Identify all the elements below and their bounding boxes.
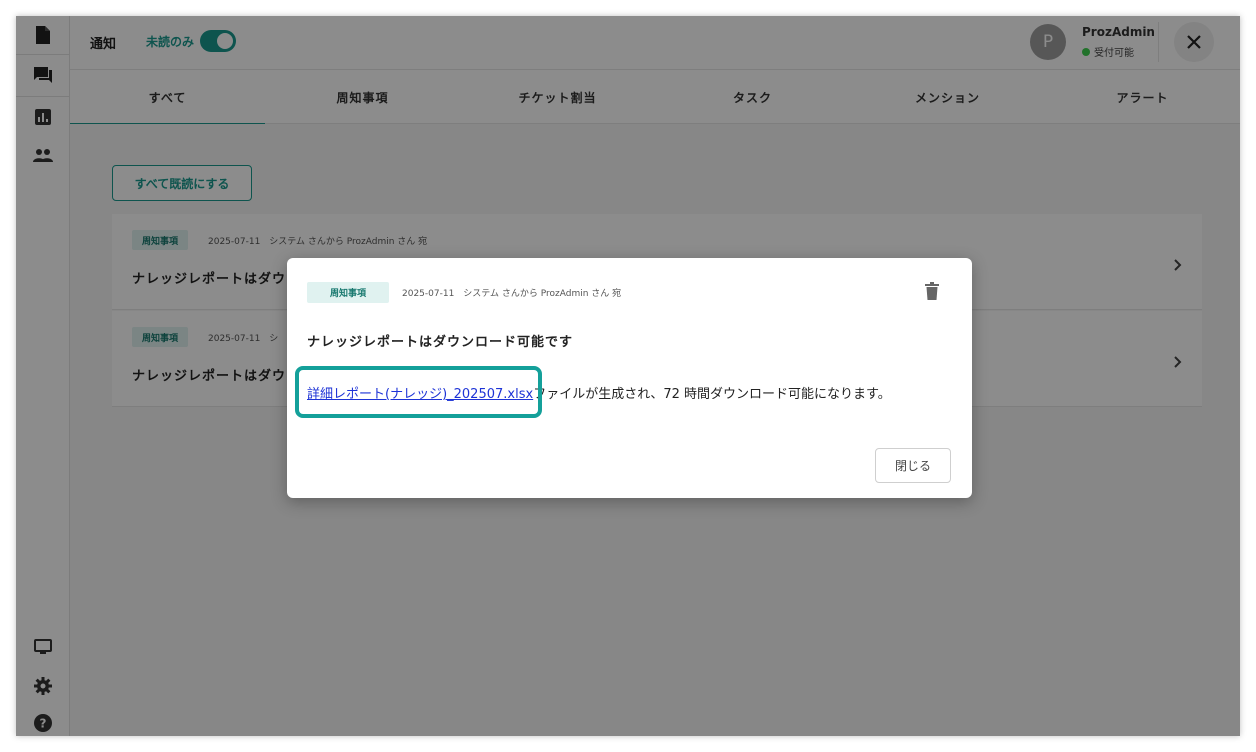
trash-icon	[925, 282, 939, 300]
close-dialog-button[interactable]: 閉じる	[875, 448, 951, 483]
notification-detail-dialog: 周知事項 2025-07-11 システム さんから ProzAdmin さん 宛…	[287, 258, 972, 498]
dialog-title: ナレッジレポートはダウンロード可能です	[307, 335, 574, 350]
dialog-meta: 2025-07-11 システム さんから ProzAdmin さん 宛	[402, 289, 622, 299]
app-window: ? 通知 未読のみ P ProzAdmin 受付可能 すべて 周知事項 チケット…	[16, 16, 1240, 736]
link-highlight	[295, 366, 542, 418]
delete-button[interactable]	[925, 282, 941, 302]
category-badge: 周知事項	[307, 282, 389, 303]
dialog-body-text: ファイルが生成され、72 時間ダウンロード可能になります。	[533, 387, 891, 402]
